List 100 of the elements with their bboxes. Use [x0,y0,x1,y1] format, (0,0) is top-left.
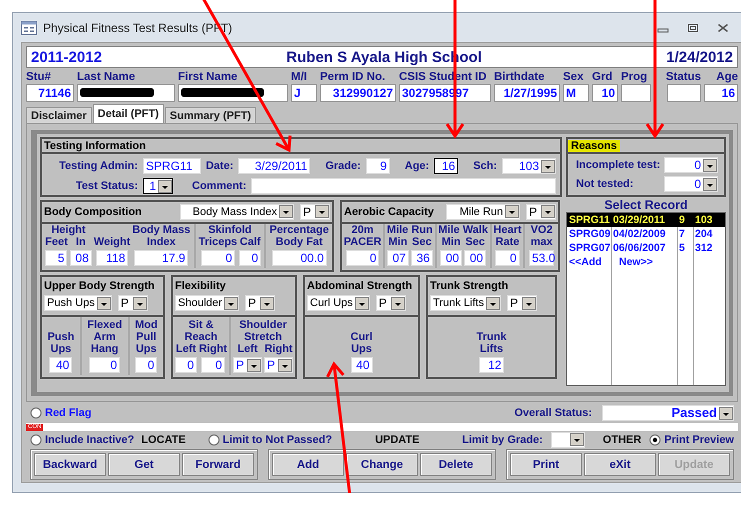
input-field[interactable]: M [563,84,589,102]
dropdown[interactable]: Trunk Lifts [430,295,501,312]
record-row[interactable]: SPRG07 06/06/2007 5 312 [567,241,725,255]
command-button[interactable]: eXit [584,453,656,476]
field-label: 20m PACER [344,224,382,248]
input-field[interactable]: 00 [464,250,486,266]
dropdown[interactable]: 0 [664,176,718,192]
input-field[interactable] [667,84,701,102]
dropdown[interactable]: P [245,295,276,312]
tab[interactable]: Disclaimer [26,107,92,123]
dropdown[interactable]: Curl Ups [307,295,370,312]
field-label: Shoulder Stretch [239,319,287,343]
dropdown[interactable]: Mile Run [446,204,520,220]
input-field[interactable]: 40 [350,357,372,373]
dropdown[interactable]: P [264,357,294,373]
dropdown[interactable]: 1 [143,178,173,194]
input-field[interactable]: 16 [434,158,458,174]
caret-icon [158,180,172,192]
field-label: Body Mass Index [132,224,190,248]
input-field[interactable] [77,84,175,102]
radio-button[interactable] [208,434,220,446]
dropdown[interactable]: P [506,295,537,312]
caret-icon [541,160,555,172]
tab[interactable]: Summary (PFT) [164,107,256,123]
dropdown[interactable]: P [233,357,262,373]
field-label: Height [51,224,86,236]
field-label: Triceps [198,236,238,248]
radio-button[interactable] [30,407,42,419]
dropdown[interactable]: P [118,295,148,312]
command-button[interactable]: Delete [420,453,492,476]
command-button[interactable]: Backward [34,453,106,476]
add-new-link[interactable]: New>> [611,256,677,268]
input-field[interactable]: 40 [49,357,72,373]
input-field[interactable]: 00.0 [272,250,327,266]
field-label: Grade: [325,160,361,172]
input-field[interactable]: SPRG11 [142,158,201,174]
dropdown[interactable]: Shoulder [175,295,240,312]
caret-icon [522,296,536,310]
field-label: Feet [45,236,68,248]
command-button[interactable]: Get [108,453,180,476]
tab[interactable]: Detail (PFT) [92,104,164,123]
field-label: Prog [621,70,648,84]
radio-button[interactable] [30,434,42,446]
input-field[interactable]: 07 [386,250,409,266]
input-field[interactable]: 17.9 [134,250,188,266]
input-field[interactable] [178,84,288,102]
input-field[interactable]: 0 [495,250,520,266]
dropdown[interactable] [550,432,585,448]
field-label: Min [388,236,408,248]
input-field[interactable]: 1/27/1995 [494,84,560,102]
caret-icon [486,296,500,310]
radio-button[interactable] [649,434,662,446]
field-label: Status [666,70,701,84]
table-cell-text: 03/29/2011 [612,214,666,226]
dropdown[interactable]: Body Mass Index [180,204,294,220]
input-field[interactable]: 118 [96,250,128,266]
input-field[interactable]: 36 [410,250,433,266]
field-label: Right [264,343,293,355]
command-button[interactable]: Change [346,453,418,476]
restore-icon[interactable] [687,22,699,32]
input-field[interactable]: 53.0 [528,250,554,266]
input-field[interactable]: 0 [89,357,120,373]
command-button[interactable]: Forward [182,453,254,476]
input-field[interactable]: 5 [45,250,68,266]
input-field[interactable]: 0 [200,250,236,266]
dropdown[interactable]: P [526,204,556,220]
input-field[interactable]: 16 [704,84,738,102]
input-field[interactable]: 9 [366,158,390,174]
input-field[interactable]: 08 [70,250,92,266]
field-label: Incomplete test: [576,159,660,171]
input-field[interactable]: J [291,84,317,102]
dropdown[interactable]: 103 [502,158,556,174]
input-field[interactable]: 3/29/2011 [238,158,310,174]
dropdown[interactable]: P [300,204,330,220]
command-button[interactable]: Add [272,453,344,476]
input-field[interactable]: 71146 [26,84,74,102]
input-field[interactable]: 00 [440,250,462,266]
close-icon[interactable] [717,22,729,32]
input-field[interactable]: 0 [135,357,158,373]
table-cell-text: SPRG07 [568,242,611,254]
input-field[interactable]: 10 [592,84,618,102]
command-button[interactable]: Print [510,453,582,476]
add-new-link[interactable]: <<Add [567,256,611,268]
input-field[interactable]: 0 [346,250,380,266]
dropdown[interactable]: P [376,295,406,312]
section-title: Testing Information [42,139,560,154]
table-cell-text: 103 [694,214,714,226]
record-row[interactable]: SPRG09 04/02/2009 7 204 [567,227,725,241]
input-field[interactable]: 0 [174,357,197,373]
field-label: Testing Admin: [58,160,138,172]
input-field[interactable]: 312990127 [320,84,396,102]
dropdown[interactable]: 0 [664,157,718,173]
dropdown[interactable]: Push Ups [44,295,112,312]
input-field[interactable] [621,84,651,102]
dropdown[interactable]: Passed [602,405,734,421]
caret-icon [132,296,147,310]
input-field[interactable]: 0 [200,357,226,373]
input-field[interactable]: 0 [239,250,262,266]
input-field[interactable]: 12 [478,357,504,373]
record-row[interactable]: SPRG11 03/29/2011 9 103 [567,213,725,227]
